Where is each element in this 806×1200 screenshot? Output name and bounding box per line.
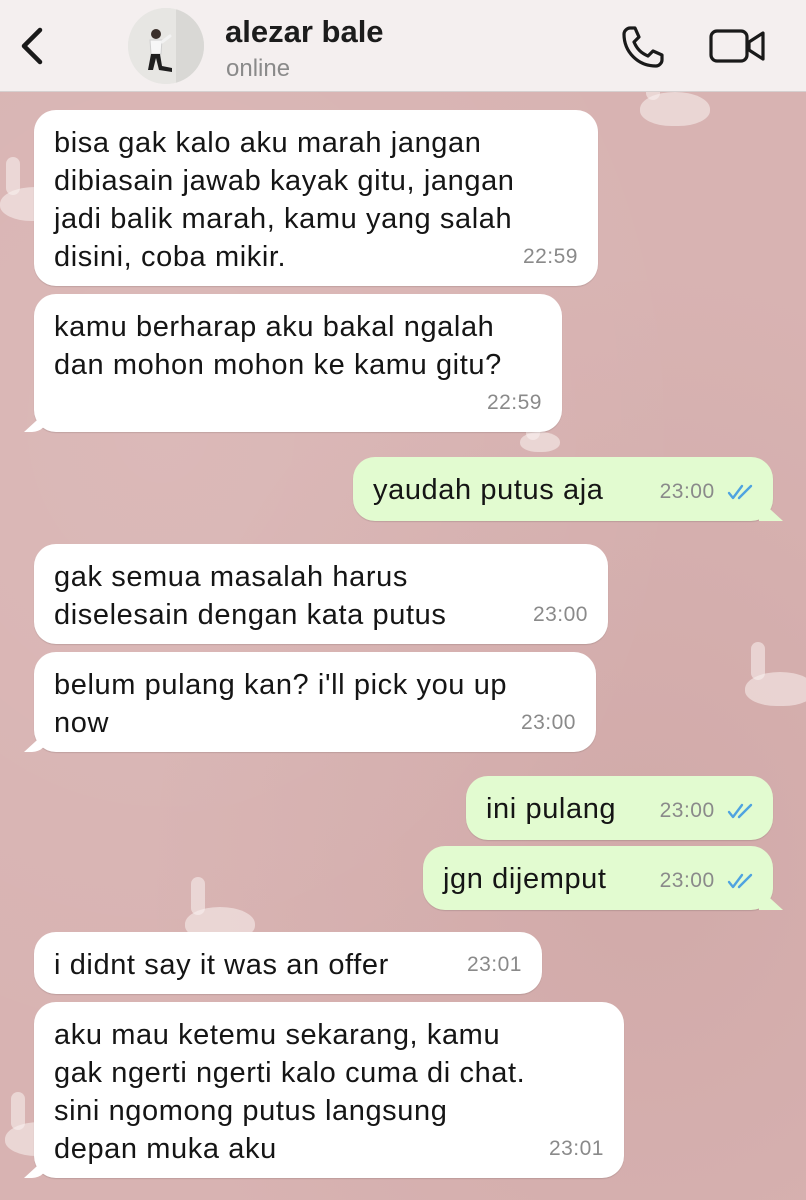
- message-text: gak semua masalah harus diselesain denga…: [54, 561, 447, 631]
- message-time: 23:00: [532, 603, 588, 626]
- wallpaper-swan-decoration: [520, 402, 560, 452]
- chevron-left-icon: [21, 27, 43, 65]
- outgoing-message[interactable]: jgn dijemput 23:00: [423, 846, 773, 910]
- chat-header: alezar bale online: [0, 0, 806, 92]
- double-check-icon: [727, 873, 753, 889]
- message-time: 23:00: [659, 799, 715, 822]
- message-time: 23:00: [520, 711, 576, 734]
- phone-icon: [622, 26, 664, 68]
- message-text: i didnt say it was an offer: [54, 949, 389, 981]
- video-camera-icon: [709, 29, 765, 63]
- message-text: aku mau ketemu sekarang, kamu gak ngerti…: [54, 1019, 526, 1165]
- incoming-message[interactable]: aku mau ketemu sekarang, kamu gak ngerti…: [34, 1002, 624, 1178]
- message-text: belum pulang kan? i'll pick you up now: [54, 669, 508, 739]
- message-time: 23:00: [659, 869, 715, 892]
- message-time: 22:59: [522, 245, 578, 268]
- message-time: 23:01: [548, 1137, 604, 1160]
- incoming-message[interactable]: kamu berharap aku bakal ngalah dan mohon…: [34, 294, 562, 432]
- video-call-button[interactable]: [708, 26, 768, 66]
- contact-status: online: [226, 55, 291, 82]
- wallpaper-swan-decoration: [745, 642, 806, 706]
- outgoing-message[interactable]: ini pulang 23:00: [466, 776, 773, 840]
- message-time: 22:59: [486, 391, 542, 414]
- avatar-photo: [128, 8, 204, 84]
- double-check-icon: [727, 803, 753, 819]
- incoming-message[interactable]: belum pulang kan? i'll pick you up now 2…: [34, 652, 596, 752]
- contact-name[interactable]: alezar bale: [225, 14, 384, 50]
- wallpaper-swan-decoration: [640, 62, 710, 126]
- incoming-message[interactable]: bisa gak kalo aku marah jangan dibiasain…: [34, 110, 598, 286]
- double-check-icon: [727, 484, 753, 500]
- incoming-message[interactable]: i didnt say it was an offer 23:01: [34, 932, 542, 994]
- message-text: kamu berharap aku bakal ngalah dan mohon…: [54, 311, 502, 381]
- message-text: bisa gak kalo aku marah jangan dibiasain…: [54, 127, 515, 273]
- voice-call-button[interactable]: [620, 24, 666, 70]
- incoming-message[interactable]: gak semua masalah harus diselesain denga…: [34, 544, 608, 644]
- message-time-with-status: 23:00: [660, 792, 755, 830]
- message-time: 23:00: [659, 480, 715, 503]
- outgoing-message[interactable]: yaudah putus aja 23:00: [353, 457, 773, 521]
- contact-avatar[interactable]: [128, 8, 204, 84]
- message-time-with-status: 23:00: [660, 862, 755, 900]
- chat-screen: alezar bale online bisa gak kalo aku mar…: [0, 0, 806, 1200]
- message-time: 23:01: [466, 953, 522, 976]
- back-button[interactable]: [18, 24, 48, 68]
- message-time-with-status: 23:00: [660, 473, 755, 511]
